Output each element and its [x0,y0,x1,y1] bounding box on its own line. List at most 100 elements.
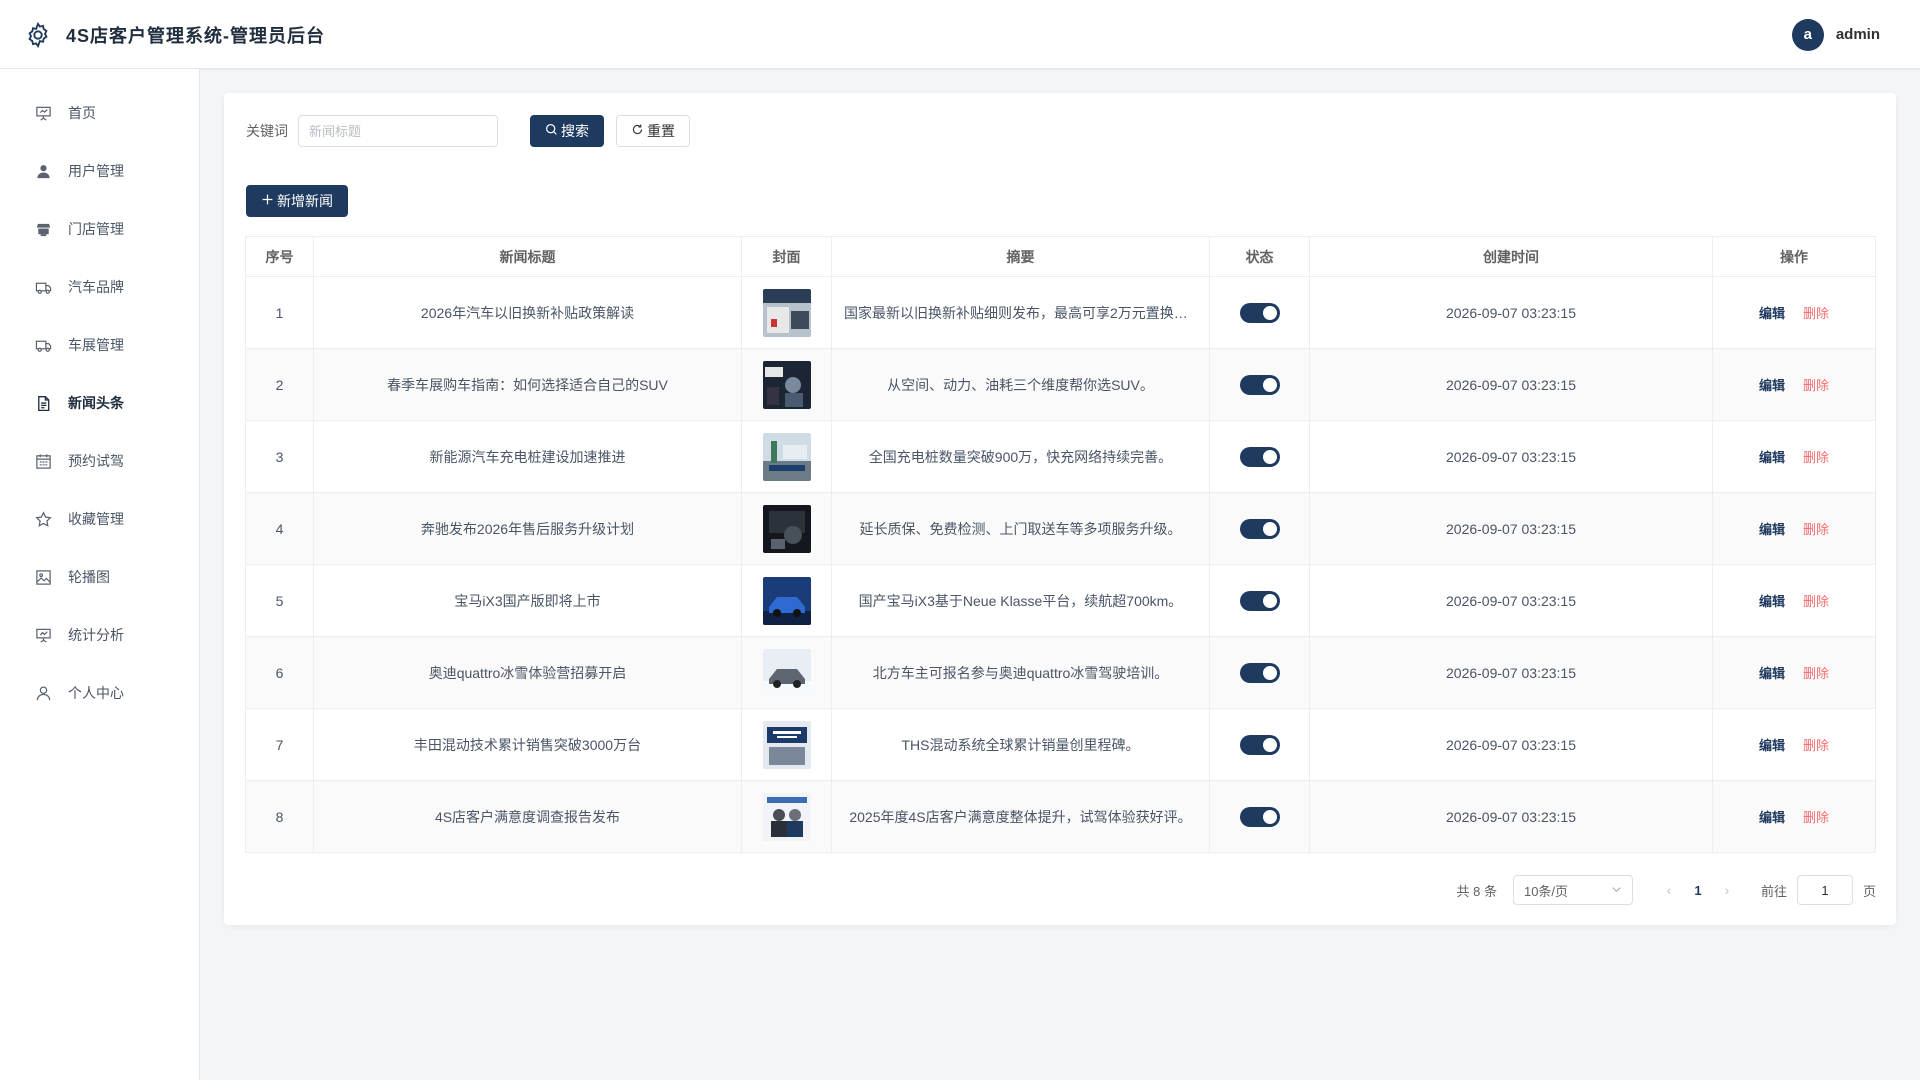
sidebar: 首页用户管理门店管理汽车品牌车展管理新闻头条 预约试驾收藏管理轮播图 统计分析 个人中… [0,69,200,1080]
delete-button[interactable]: 删除 [1803,594,1829,609]
sidebar-item[interactable]: 汽车品牌 [0,258,199,316]
cover-cell [741,780,832,853]
cover-thumbnail[interactable] [762,576,811,625]
status-toggle[interactable] [1239,518,1280,539]
goto-page-input[interactable] [1796,875,1853,905]
page-size-select[interactable]: 10条/页 [1512,875,1633,905]
add-news-label: 新增新闻 [277,193,333,209]
avatar[interactable]: a [1791,18,1824,51]
sidebar-item-label: 首页 [68,105,96,121]
delete-button[interactable]: 删除 [1803,666,1829,681]
news-summary-text: THS混动系统全球累计销量创里程碑。 [901,736,1140,753]
sidebar-item-label: 门店管理 [68,221,124,237]
add-news-button[interactable]: 新增新闻 [246,185,348,217]
news-summary: THS混动系统全球累计销量创里程碑。 [831,708,1210,781]
cover-cell [741,708,832,781]
status-cell [1209,348,1310,421]
reset-button[interactable]: 重置 [616,115,690,147]
prev-page-button[interactable]: ‹ [1655,882,1683,898]
news-summary-text: 从空间、动力、油耗三个维度帮你选SUV。 [887,376,1154,393]
picture-icon [34,568,52,586]
delete-button[interactable]: 删除 [1803,378,1829,393]
sidebar-item[interactable]: 新闻头条 [0,374,199,432]
delete-button[interactable]: 删除 [1803,810,1829,825]
top-bar: 4S店客户管理系统-管理员后台 a admin [0,0,1920,69]
plus-icon [261,193,274,209]
status-cell [1209,636,1310,709]
search-button[interactable]: 搜索 [530,115,604,147]
news-title: 2026年汽车以旧换新补贴政策解读 [313,276,742,349]
row-index: 3 [245,420,314,493]
delete-button[interactable]: 删除 [1803,738,1829,753]
cover-cell [741,420,832,493]
created-time: 2026-09-07 03:23:15 [1309,492,1713,565]
news-summary: 全国充电桩数量突破900万，快充网络持续完善。 [831,420,1210,493]
news-summary-text: 国产宝马iX3基于Neue Klasse平台，续航超700km。 [858,592,1183,609]
sidebar-item[interactable]: 统计分析 [0,606,199,664]
actions-cell: 编辑 删除 [1712,780,1876,853]
status-toggle[interactable] [1239,734,1280,755]
news-summary-text: 2025年度4S店客户满意度整体提升，试驾体验获好评。 [849,808,1192,825]
current-page-number[interactable]: 1 [1683,883,1713,898]
created-time: 2026-09-07 03:23:15 [1309,420,1713,493]
cover-thumbnail[interactable] [762,288,811,337]
status-cell [1209,276,1310,349]
row-index: 6 [245,636,314,709]
cover-cell [741,348,832,421]
app-title: 4S店客户管理系统-管理员后台 [66,25,326,46]
user-menu[interactable]: a admin [1791,0,1880,69]
delete-button[interactable]: 删除 [1803,450,1829,465]
next-page-button[interactable]: › [1713,882,1741,898]
edit-button[interactable]: 编辑 [1759,450,1785,465]
delete-button[interactable]: 删除 [1803,522,1829,537]
cover-thumbnail[interactable] [762,360,811,409]
edit-button[interactable]: 编辑 [1759,810,1785,825]
news-table: 序号 新闻标题 封面 摘要 状态 创建时间 操作 1 2026年汽车以旧换新补贴政… [245,236,1876,853]
status-cell [1209,420,1310,493]
search-bar: 关键词 搜索 重置 [246,115,690,147]
sidebar-item-label: 收藏管理 [68,511,124,527]
status-toggle[interactable] [1239,590,1280,611]
chart-board-icon [34,626,52,644]
sidebar-item[interactable]: 个人中心 [0,664,199,722]
status-toggle[interactable] [1239,446,1280,467]
cover-thumbnail[interactable] [762,720,811,769]
cover-thumbnail[interactable] [762,504,811,553]
delete-button[interactable]: 删除 [1803,306,1829,321]
news-summary-text: 延长质保、免费检测、上门取送车等多项服务升级。 [859,520,1182,537]
sidebar-item[interactable]: 门店管理 [0,200,199,258]
column-header: 新闻标题 [313,236,742,277]
status-toggle[interactable] [1239,662,1280,683]
edit-button[interactable]: 编辑 [1759,666,1785,681]
sidebar-item[interactable]: 首页 [0,84,199,142]
status-toggle[interactable] [1239,302,1280,323]
created-time: 2026-09-07 03:23:15 [1309,636,1713,709]
sidebar-item[interactable]: 用户管理 [0,142,199,200]
user-icon [34,162,52,180]
edit-button[interactable]: 编辑 [1759,378,1785,393]
sidebar-item[interactable]: 轮播图 [0,548,199,606]
edit-button[interactable]: 编辑 [1759,522,1785,537]
sidebar-item[interactable]: 收藏管理 [0,490,199,548]
edit-button[interactable]: 编辑 [1759,738,1785,753]
edit-button[interactable]: 编辑 [1759,594,1785,609]
cover-thumbnail[interactable] [762,648,811,697]
status-toggle[interactable] [1239,806,1280,827]
row-index: 4 [245,492,314,565]
status-toggle[interactable] [1239,374,1280,395]
news-summary-text: 全国充电桩数量突破900万，快充网络持续完善。 [868,448,1173,465]
news-title-text: 奥迪quattro冰雪体验营招募开启 [428,664,627,681]
sidebar-item[interactable]: 车展管理 [0,316,199,374]
sidebar-item-label: 车展管理 [68,337,124,353]
username[interactable]: admin [1836,26,1880,43]
news-title-text: 奔驰发布2026年售后服务升级计划 [420,520,635,537]
news-summary: 国家最新以旧换新补贴细则发布，最高可享2万元置换补贴。 [831,276,1210,349]
cover-thumbnail[interactable] [762,432,811,481]
row-index: 1 [245,276,314,349]
reset-button-label: 重置 [647,123,675,139]
sidebar-item[interactable]: 预约试驾 [0,432,199,490]
search-input[interactable] [298,115,498,147]
edit-button[interactable]: 编辑 [1759,306,1785,321]
cover-thumbnail[interactable] [762,792,811,841]
table-header-row: 序号 新闻标题 封面 摘要 状态 创建时间 操作 [245,236,1876,277]
